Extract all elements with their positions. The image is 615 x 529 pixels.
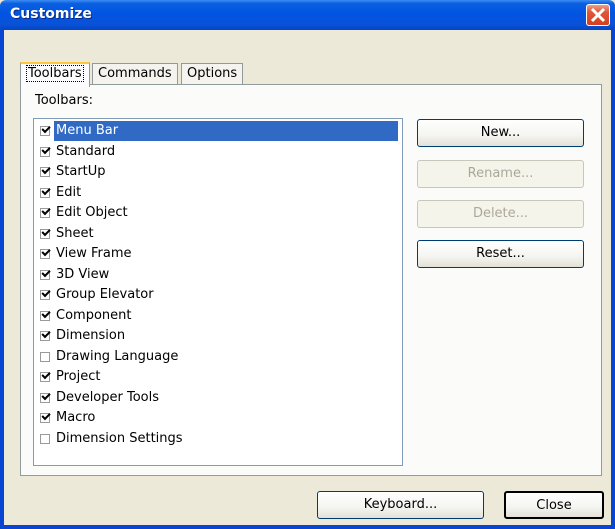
list-item-label: Component [56, 307, 132, 323]
window-frame-right [611, 30, 615, 529]
list-item-label: Edit [56, 184, 82, 200]
toolbar-checkbox[interactable] [40, 351, 50, 362]
checkmark-icon [41, 226, 51, 236]
tab-options[interactable]: Options [181, 63, 244, 85]
list-item-label: Sheet [56, 225, 94, 241]
checkmark-icon [41, 308, 51, 318]
toolbars-list-label: Toolbars: [35, 93, 93, 108]
list-item[interactable]: Project [36, 367, 402, 387]
toolbar-checkbox[interactable] [40, 165, 51, 177]
toolbar-checkbox[interactable] [40, 124, 51, 136]
window-frame-left [0, 30, 4, 529]
toolbar-checkbox[interactable] [40, 247, 51, 259]
tab-label: Toolbars [26, 65, 84, 82]
list-item-label: Edit Object [56, 205, 128, 220]
toolbar-checkbox[interactable] [40, 433, 50, 444]
tab-label: Options [187, 66, 238, 81]
checkmark-icon [41, 247, 51, 257]
delete-button[interactable]: Delete... [417, 200, 584, 228]
checkmark-icon [41, 267, 51, 277]
toolbar-checkbox[interactable] [40, 308, 51, 321]
checkmark-icon [41, 185, 51, 195]
close-button[interactable]: Close [504, 491, 604, 519]
list-item[interactable]: Dimension [36, 326, 402, 346]
checkmark-icon [41, 411, 51, 421]
list-item[interactable]: Menu Bar [36, 121, 402, 141]
list-item-label: Menu Bar [54, 121, 399, 141]
checkmark-icon [41, 370, 51, 380]
list-item[interactable]: Standard [36, 142, 402, 162]
checkmark-icon [41, 165, 51, 175]
reset-button[interactable]: Reset... [417, 240, 584, 268]
title-bar[interactable]: Customize [0, 0, 615, 30]
toolbar-checkbox[interactable] [40, 226, 51, 239]
toolbar-checkbox[interactable] [40, 185, 51, 198]
window-close-button[interactable] [586, 4, 610, 26]
close-icon [590, 7, 606, 23]
toolbar-checkbox[interactable] [40, 206, 51, 218]
toolbar-checkbox[interactable] [40, 390, 51, 403]
list-item-label: Macro [56, 410, 96, 425]
toolbar-checkbox[interactable] [40, 267, 51, 280]
toolbar-checkbox[interactable] [40, 370, 51, 382]
list-item-label: Dimension [56, 328, 126, 343]
tab-label: Commands [98, 66, 172, 81]
list-item-label: Group Elevator [56, 287, 154, 302]
toolbar-checkbox[interactable] [40, 144, 51, 157]
checkmark-icon [41, 206, 51, 216]
list-item[interactable]: Macro [36, 408, 402, 428]
list-item[interactable]: Group Elevator [36, 285, 402, 305]
list-item[interactable]: Sheet [36, 224, 402, 244]
list-item[interactable]: Drawing Language [36, 347, 402, 367]
keyboard-button[interactable]: Keyboard... [317, 491, 484, 519]
checkmark-icon [41, 390, 51, 400]
new-button[interactable]: New... [417, 119, 584, 147]
list-item-label: Standard [56, 143, 116, 159]
list-item-label: 3D View [56, 266, 110, 282]
list-item[interactable]: Edit [36, 183, 402, 203]
list-item[interactable]: Developer Tools [36, 388, 402, 408]
list-item-label: Dimension Settings [56, 430, 183, 446]
list-item-label: StartUp [56, 164, 106, 179]
toolbar-checkbox[interactable] [40, 329, 51, 341]
list-item[interactable]: Component [36, 306, 402, 326]
list-item[interactable]: 3D View [36, 265, 402, 285]
list-item[interactable]: View Frame [36, 244, 402, 264]
window-title: Customize [10, 6, 92, 22]
checkmark-icon [41, 329, 51, 339]
checkmark-icon [41, 288, 51, 298]
toolbar-checkbox[interactable] [40, 411, 51, 423]
tab-commands[interactable]: Commands [92, 63, 178, 85]
list-item-label: Drawing Language [56, 348, 179, 364]
list-item-label: View Frame [56, 246, 132, 261]
checkmark-icon [41, 124, 51, 134]
window-frame-bottom [0, 525, 615, 529]
tab-toolbars[interactable]: Toolbars [20, 62, 90, 87]
toolbar-checkbox[interactable] [40, 288, 51, 300]
list-item[interactable]: StartUp [36, 162, 402, 182]
list-item-label: Project [56, 369, 101, 384]
checkmark-icon [41, 144, 51, 154]
toolbars-listbox[interactable]: Menu Bar Standard StartUp Edit Edit Object Sh… [33, 118, 403, 466]
list-item-label: Developer Tools [56, 389, 160, 405]
rename-button[interactable]: Rename... [417, 160, 584, 188]
list-item[interactable]: Edit Object [36, 203, 402, 223]
list-item[interactable]: Dimension Settings [36, 429, 402, 449]
